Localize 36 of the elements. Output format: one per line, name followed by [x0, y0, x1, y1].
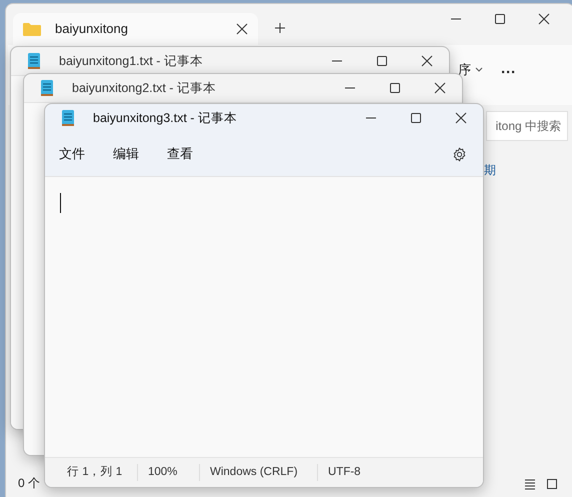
- text-cursor: [60, 193, 61, 213]
- window-title: baiyunxitong1.txt - 记事本: [59, 52, 204, 70]
- window-title: baiyunxitong2.txt - 记事本: [72, 80, 217, 97]
- chevron-down-icon[interactable]: [475, 66, 483, 73]
- status-text: UTF-8: [317, 464, 377, 482]
- close-icon[interactable]: [236, 23, 248, 35]
- maximize-icon[interactable]: [494, 13, 506, 25]
- maximize-icon[interactable]: [389, 82, 401, 94]
- window-title: baiyunxitong3.txt - 记事本: [93, 110, 238, 127]
- status-text: 100%: [137, 464, 199, 482]
- maximize-icon[interactable]: [410, 112, 422, 124]
- close-icon[interactable]: [538, 13, 550, 25]
- tiles-view-icon[interactable]: [546, 478, 558, 490]
- folder-icon: [23, 22, 41, 36]
- notepad-icon: [27, 52, 41, 70]
- details-view-icon[interactable]: [524, 478, 536, 490]
- maximize-icon[interactable]: [376, 55, 388, 67]
- content-text: 期: [484, 162, 496, 179]
- notepad-icon: [40, 79, 54, 97]
- new-tab-icon[interactable]: [274, 22, 286, 34]
- sort-label[interactable]: 序: [458, 60, 471, 80]
- search-field[interactable]: itong 中搜索: [486, 111, 568, 141]
- close-icon[interactable]: [434, 82, 446, 94]
- folder-tab[interactable]: baiyunxitong: [13, 13, 258, 45]
- menu-item[interactable]: 文件: [59, 144, 85, 164]
- close-icon[interactable]: [421, 55, 433, 67]
- settings-icon[interactable]: [452, 147, 467, 162]
- status-text: Windows (CRLF): [199, 464, 317, 482]
- status-text: 0 个: [18, 475, 40, 492]
- menu-item[interactable]: 编辑: [113, 144, 139, 164]
- close-icon[interactable]: [455, 112, 467, 124]
- tab-title: baiyunxitong: [55, 20, 129, 38]
- status-text: 行 1，列 1: [66, 464, 124, 480]
- more-button[interactable]: ···: [501, 62, 516, 84]
- menu-item[interactable]: 查看: [167, 144, 193, 164]
- notepad-icon: [61, 109, 75, 127]
